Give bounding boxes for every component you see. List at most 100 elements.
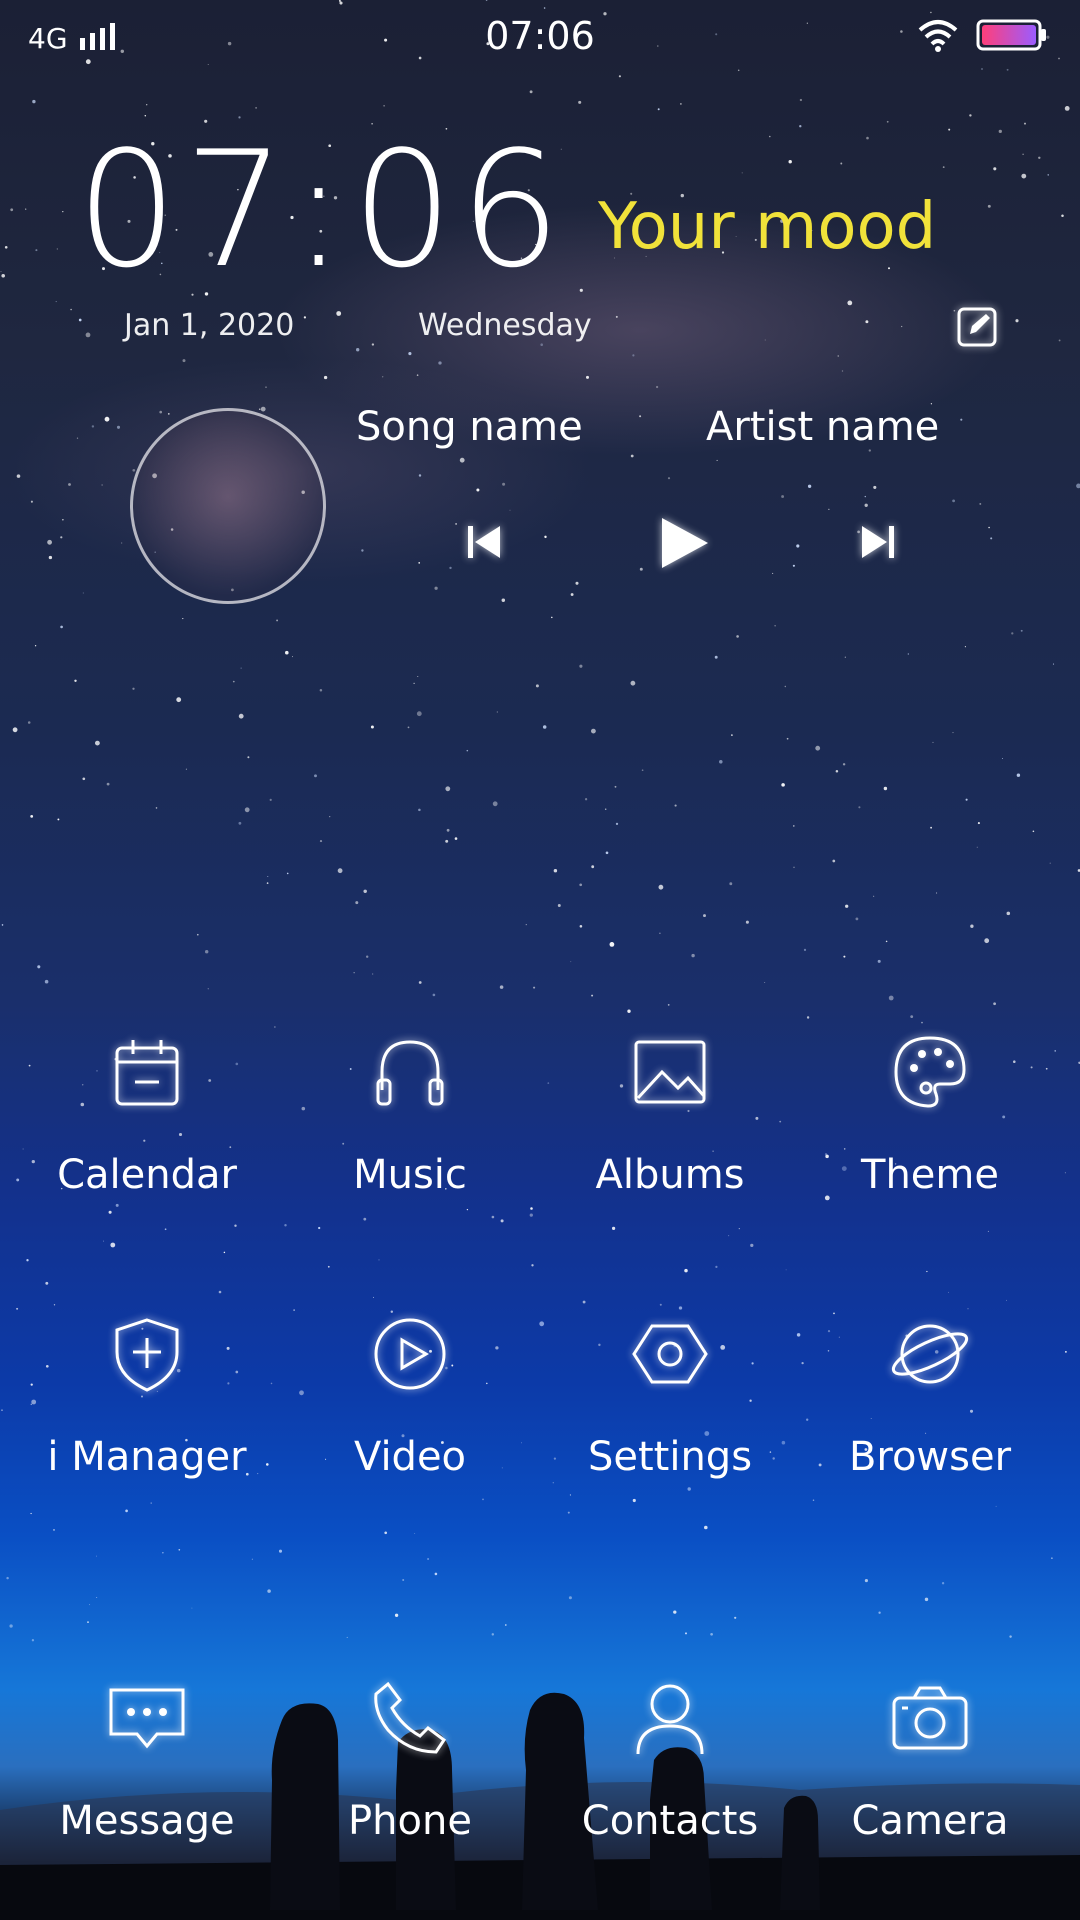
star bbox=[793, 866, 795, 869]
star bbox=[205, 950, 209, 954]
star bbox=[414, 1533, 416, 1534]
star bbox=[355, 901, 359, 905]
star bbox=[267, 1589, 271, 1593]
app-browser[interactable]: Browser bbox=[800, 1312, 1060, 1480]
star bbox=[116, 425, 121, 429]
star bbox=[641, 769, 644, 772]
star bbox=[466, 1208, 469, 1211]
edit-icon[interactable] bbox=[956, 306, 998, 348]
star bbox=[1020, 629, 1023, 632]
album-art-circle[interactable] bbox=[130, 408, 326, 604]
star bbox=[578, 100, 582, 104]
star bbox=[491, 1633, 495, 1636]
star bbox=[591, 728, 596, 734]
star bbox=[552, 1482, 554, 1484]
star bbox=[910, 1015, 914, 1019]
star bbox=[1011, 632, 1014, 635]
star bbox=[533, 986, 536, 989]
star bbox=[729, 882, 733, 886]
dock-contacts[interactable]: Contacts bbox=[540, 1676, 800, 1844]
star bbox=[1006, 1299, 1007, 1301]
star bbox=[741, 172, 743, 174]
star bbox=[832, 859, 836, 863]
app-label: Browser bbox=[848, 1434, 1012, 1480]
star bbox=[274, 1026, 276, 1028]
star bbox=[176, 697, 182, 703]
previous-icon[interactable] bbox=[466, 522, 502, 562]
star bbox=[750, 1243, 754, 1248]
star bbox=[840, 162, 843, 165]
weekday-text: Wednesday bbox=[418, 308, 592, 343]
app-video[interactable]: Video bbox=[280, 1312, 540, 1480]
star bbox=[1022, 153, 1024, 155]
app-i-manager[interactable]: i Manager bbox=[17, 1312, 277, 1480]
app-theme[interactable]: Theme bbox=[800, 1030, 1060, 1198]
app-settings[interactable]: Settings bbox=[540, 1312, 800, 1480]
dock-message[interactable]: Message bbox=[17, 1676, 277, 1844]
star bbox=[993, 167, 997, 171]
app-label: Contacts bbox=[581, 1798, 759, 1844]
star bbox=[85, 332, 91, 338]
star bbox=[673, 1610, 677, 1614]
star bbox=[323, 375, 328, 380]
star bbox=[96, 1597, 98, 1599]
star bbox=[864, 495, 866, 498]
planet-icon bbox=[891, 1324, 969, 1384]
star bbox=[716, 459, 718, 461]
star bbox=[432, 993, 436, 997]
star bbox=[553, 868, 558, 873]
next-icon[interactable] bbox=[860, 522, 896, 562]
star bbox=[815, 745, 821, 751]
app-music[interactable]: Music bbox=[280, 1030, 540, 1198]
star bbox=[9, 1624, 13, 1628]
star bbox=[251, 1558, 254, 1560]
star bbox=[62, 210, 64, 213]
star bbox=[1047, 174, 1049, 176]
star bbox=[990, 537, 993, 540]
star bbox=[806, 1016, 810, 1019]
star bbox=[864, 1579, 868, 1583]
battery-icon bbox=[976, 19, 1046, 51]
play-icon[interactable] bbox=[656, 514, 712, 572]
app-albums[interactable]: Albums bbox=[540, 1030, 800, 1198]
star bbox=[162, 1552, 164, 1554]
star bbox=[704, 1525, 708, 1530]
star bbox=[1021, 173, 1027, 179]
star bbox=[842, 763, 846, 766]
star bbox=[265, 386, 267, 388]
star bbox=[615, 315, 618, 318]
star bbox=[491, 1215, 495, 1219]
star bbox=[82, 592, 84, 594]
dock-camera[interactable]: Camera bbox=[800, 1676, 1060, 1844]
star bbox=[55, 301, 57, 303]
star bbox=[714, 655, 718, 659]
app-calendar[interactable]: Calendar bbox=[17, 1030, 277, 1198]
star bbox=[1064, 1350, 1067, 1353]
clock-time[interactable]: 07:06 bbox=[76, 130, 567, 290]
star bbox=[255, 106, 258, 109]
star bbox=[969, 114, 972, 117]
star bbox=[632, 1498, 636, 1503]
date-text: Jan 1, 2020 bbox=[124, 308, 295, 343]
star bbox=[738, 1228, 740, 1230]
star bbox=[579, 288, 583, 292]
star bbox=[434, 586, 438, 590]
star bbox=[734, 1616, 737, 1619]
dock-phone[interactable]: Phone bbox=[280, 1676, 540, 1844]
star bbox=[53, 1529, 55, 1531]
star bbox=[941, 1582, 945, 1585]
mood-text[interactable]: Your mood bbox=[598, 190, 936, 264]
star bbox=[402, 1579, 405, 1581]
app-label: i Manager bbox=[47, 1434, 247, 1480]
star bbox=[873, 895, 875, 897]
star bbox=[551, 616, 553, 619]
star bbox=[948, 128, 951, 131]
star bbox=[967, 1308, 969, 1310]
star bbox=[614, 785, 617, 788]
person-icon bbox=[636, 1684, 704, 1755]
star bbox=[132, 687, 135, 690]
star bbox=[921, 1021, 923, 1024]
star bbox=[569, 1494, 571, 1496]
star bbox=[0, 271, 2, 273]
star bbox=[715, 1265, 718, 1269]
